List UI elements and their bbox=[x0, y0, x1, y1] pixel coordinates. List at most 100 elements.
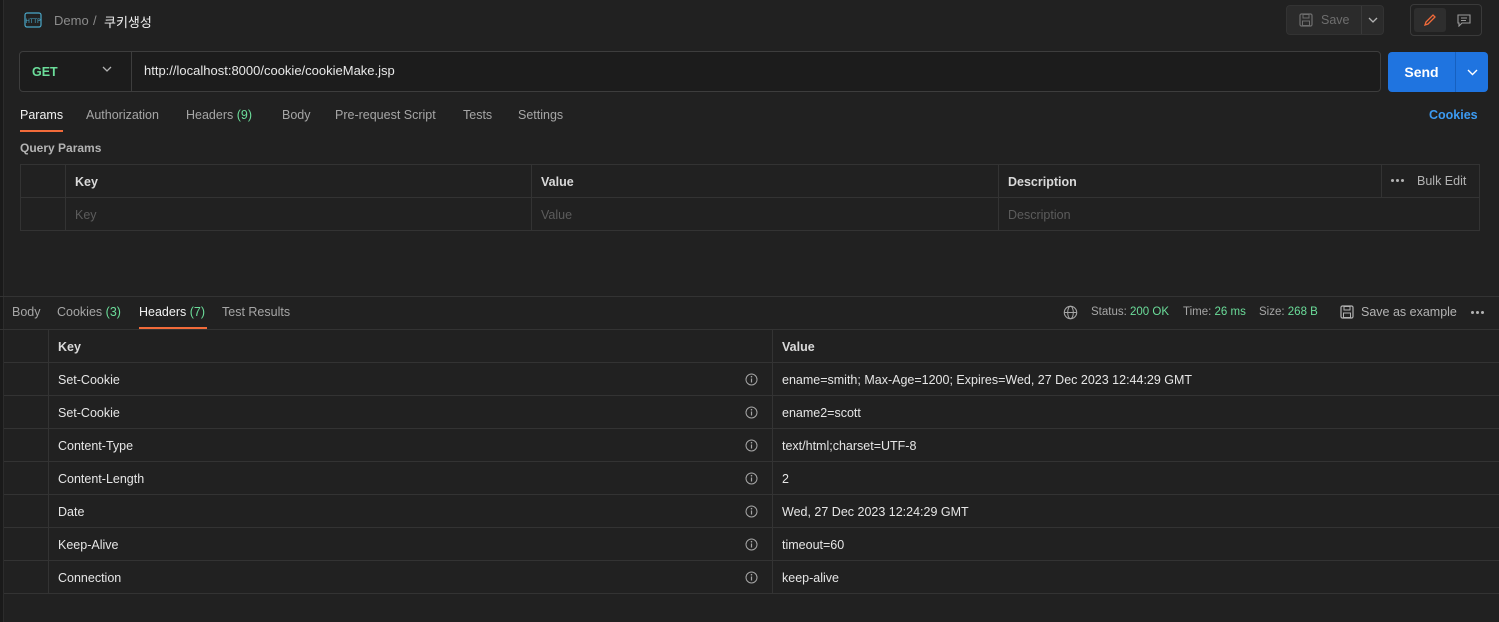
header-value-cell: timeout=60 bbox=[773, 528, 1499, 561]
info-icon[interactable] bbox=[745, 373, 758, 386]
header-key: Keep-Alive bbox=[58, 537, 119, 552]
table-row: Set-Cookie ename2=scott bbox=[4, 396, 1499, 429]
header-value-cell: ename=smith; Max-Age=1200; Expires=Wed, … bbox=[773, 363, 1499, 396]
svg-text:HTTP: HTTP bbox=[25, 18, 41, 25]
row-gutter bbox=[4, 330, 49, 363]
table-row: Content-Type text/html;charset=UTF-8 bbox=[4, 429, 1499, 462]
tab-response-body[interactable]: Body bbox=[12, 305, 41, 319]
description-input[interactable]: Description bbox=[999, 198, 1479, 231]
globe-icon[interactable] bbox=[1063, 305, 1078, 320]
header-key-cell: Date bbox=[49, 495, 773, 528]
tab-headers-count: (7) bbox=[189, 305, 206, 319]
more-horizontal-icon[interactable] bbox=[1471, 311, 1484, 314]
row-gutter bbox=[4, 396, 49, 429]
status-meta[interactable]: Status: 200 OK bbox=[1091, 306, 1169, 318]
header-key: Content-Length bbox=[58, 471, 145, 486]
status-value: 200 OK bbox=[1130, 306, 1170, 318]
info-icon[interactable] bbox=[745, 538, 758, 551]
top-bar: HTTP Demo / 쿠키생성 Save bbox=[0, 0, 1499, 40]
tab-prerequest-script[interactable]: Pre-request Script bbox=[335, 108, 436, 122]
tab-body[interactable]: Body bbox=[282, 108, 311, 122]
save-options-button[interactable] bbox=[1362, 6, 1384, 34]
table-row: Keep-Alive timeout=60 bbox=[4, 528, 1499, 561]
row-gutter bbox=[4, 462, 49, 495]
size-meta[interactable]: Size: 268 B bbox=[1259, 306, 1318, 318]
header-key-cell: Content-Type bbox=[49, 429, 773, 462]
value-column-header: Value bbox=[532, 165, 999, 198]
value-placeholder: Value bbox=[541, 207, 573, 222]
checkbox-column-header bbox=[21, 165, 66, 198]
save-as-example-button[interactable]: Save as example bbox=[1361, 305, 1457, 319]
table-row: Content-Length 2 bbox=[4, 462, 1499, 495]
table-row: Set-Cookie ename=smith; Max-Age=1200; Ex… bbox=[4, 363, 1499, 396]
floppy-disk-icon bbox=[1340, 305, 1354, 319]
column-header-description: Description bbox=[1008, 174, 1077, 189]
info-icon[interactable] bbox=[745, 439, 758, 452]
send-options-button[interactable] bbox=[1456, 52, 1488, 92]
method-label: GET bbox=[32, 64, 58, 79]
http-icon: HTTP bbox=[24, 12, 42, 28]
tab-response-headers[interactable]: Headers (7) bbox=[139, 305, 205, 319]
table-row: Date Wed, 27 Dec 2023 12:24:29 GMT bbox=[4, 495, 1499, 528]
pane-divider[interactable] bbox=[0, 296, 1499, 297]
time-value: 26 ms bbox=[1214, 306, 1246, 318]
tab-tests[interactable]: Tests bbox=[463, 108, 492, 122]
row-gutter bbox=[4, 363, 49, 396]
header-key: Set-Cookie bbox=[58, 405, 120, 420]
row-gutter bbox=[4, 495, 49, 528]
send-button[interactable]: Send bbox=[1388, 52, 1455, 92]
tab-response-cookies[interactable]: Cookies (3) bbox=[57, 305, 121, 319]
time-meta[interactable]: Time: 26 ms bbox=[1183, 306, 1246, 318]
header-value-cell: 2 bbox=[773, 462, 1499, 495]
key-placeholder: Key bbox=[75, 207, 97, 222]
divider bbox=[131, 52, 132, 91]
header-key: Content-Type bbox=[58, 438, 134, 453]
info-icon[interactable] bbox=[745, 571, 758, 584]
method-select[interactable]: GET bbox=[20, 52, 131, 91]
description-column-header: Description bbox=[999, 165, 1382, 198]
header-value-cell: text/html;charset=UTF-8 bbox=[773, 429, 1499, 462]
tab-headers-label: Headers bbox=[139, 305, 187, 319]
row-checkbox[interactable] bbox=[21, 198, 66, 231]
more-horizontal-icon[interactable] bbox=[1391, 179, 1404, 182]
url-input[interactable]: http://localhost:8000/cookie/cookieMake.… bbox=[144, 63, 395, 78]
header-value-cell: Wed, 27 Dec 2023 12:24:29 GMT bbox=[773, 495, 1499, 528]
header-value-cell: ename2=scott bbox=[773, 396, 1499, 429]
cookies-link[interactable]: Cookies bbox=[1429, 108, 1478, 122]
value-input[interactable]: Value bbox=[532, 198, 999, 231]
tab-test-results[interactable]: Test Results bbox=[222, 305, 290, 319]
info-icon[interactable] bbox=[745, 406, 758, 419]
header-value: keep-alive bbox=[782, 570, 839, 585]
tab-headers[interactable]: Headers (9) bbox=[186, 108, 252, 122]
key-column-header: Key bbox=[49, 330, 773, 363]
size-label: Size: bbox=[1259, 306, 1285, 318]
key-input[interactable]: Key bbox=[66, 198, 532, 231]
tab-params[interactable]: Params bbox=[20, 108, 63, 122]
breadcrumb-separator: / bbox=[93, 13, 97, 28]
row-gutter bbox=[4, 561, 49, 594]
column-header-key: Key bbox=[58, 339, 81, 354]
size-value: 268 B bbox=[1287, 306, 1318, 318]
request-name[interactable]: 쿠키생성 bbox=[104, 12, 152, 31]
edit-mode-button[interactable] bbox=[1414, 8, 1446, 32]
column-header-value: Value bbox=[541, 174, 574, 189]
header-key: Date bbox=[58, 504, 85, 519]
chevron-down-icon bbox=[1467, 69, 1477, 75]
save-button[interactable]: Save bbox=[1287, 6, 1361, 34]
info-icon[interactable] bbox=[745, 472, 758, 485]
info-icon[interactable] bbox=[745, 505, 758, 518]
status-label: Status: bbox=[1091, 306, 1127, 318]
comments-button[interactable] bbox=[1449, 8, 1479, 32]
tab-settings[interactable]: Settings bbox=[518, 108, 563, 122]
time-label: Time: bbox=[1183, 306, 1212, 318]
chevron-down-icon bbox=[102, 66, 112, 72]
column-header-value: Value bbox=[782, 339, 815, 354]
tab-authorization[interactable]: Authorization bbox=[86, 108, 159, 122]
header-key-cell: Set-Cookie bbox=[49, 396, 773, 429]
header-value: Wed, 27 Dec 2023 12:24:29 GMT bbox=[782, 504, 969, 519]
tab-headers-count: (9) bbox=[236, 108, 253, 122]
breadcrumb-workspace[interactable]: Demo bbox=[54, 13, 89, 28]
comment-icon bbox=[1457, 13, 1471, 27]
bulk-edit-button[interactable]: Bulk Edit bbox=[1417, 174, 1466, 188]
save-label: Save bbox=[1321, 13, 1350, 27]
